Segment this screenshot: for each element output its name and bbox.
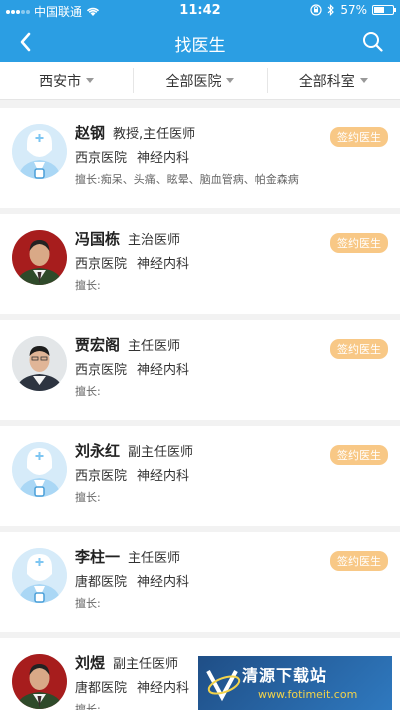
doctor-placeholder-avatar: [12, 548, 67, 603]
doctor-department: 神经内科: [137, 575, 190, 590]
battery-icon: [372, 5, 396, 15]
doctor-name: 刘永红: [75, 442, 121, 460]
doctor-place: 西京医院 神经内科: [75, 253, 189, 272]
name-line: 冯国栋 主治医师: [75, 228, 180, 249]
doctor-card[interactable]: 冯国栋 主治医师 西京医院 神经内科 擅长: 签约医生: [0, 214, 400, 314]
page-title: 找医生: [174, 36, 226, 56]
doctor-hospital: 西京医院: [75, 151, 128, 166]
search-icon[interactable]: [360, 29, 386, 55]
sign-doctor-button[interactable]: 签约医生: [330, 551, 388, 571]
filter-department-label: 全部科室: [298, 73, 355, 90]
doctor-department: 神经内科: [137, 363, 190, 378]
name-line: 刘煜 副主任医师: [75, 652, 178, 673]
doctor-photo-avatar: [12, 336, 67, 391]
battery-percent: 57%: [340, 3, 367, 17]
doctor-placeholder-avatar: [12, 124, 67, 179]
doctor-title: 副主任医师: [128, 445, 194, 460]
doctor-title: 副主任医师: [113, 657, 179, 672]
doctor-list: 赵钢 教授,主任医师 西京医院 神经内科 擅长:痴呆、头痛、眩晕、脑血管病、帕金森病 签约…: [0, 108, 400, 710]
doctor-place: 西京医院 神经内科: [75, 359, 189, 378]
doctor-card[interactable]: 赵钢 教授,主任医师 西京医院 神经内科 擅长:痴呆、头痛、眩晕、脑血管病、帕金森病 签约…: [0, 108, 400, 208]
doctor-department: 神经内科: [137, 681, 190, 696]
chevron-down-icon: [86, 78, 95, 83]
doctor-photo-avatar: [12, 230, 67, 285]
filter-department[interactable]: 全部科室: [266, 62, 400, 99]
rotation-lock-icon: [310, 4, 322, 16]
doctor-specialty: 擅长:: [75, 385, 101, 398]
filter-city-label: 西安市: [39, 73, 82, 90]
doctor-department: 神经内科: [137, 257, 190, 272]
bluetooth-icon: [327, 4, 335, 16]
filter-hospital-label: 全部医院: [165, 73, 222, 90]
doctor-card[interactable]: 贾宏阁 主任医师 西京医院 神经内科 擅长: 签约医生: [0, 320, 400, 420]
doctor-specialty: 擅长:: [75, 703, 101, 710]
doctor-department: 神经内科: [137, 151, 190, 166]
watermark-logo: 清源下载站 www.fotimeit.com: [198, 656, 392, 710]
doctor-name: 贾宏阁: [75, 336, 121, 354]
doctor-card[interactable]: 刘永红 副主任医师 西京医院 神经内科 擅长: 签约医生: [0, 426, 400, 526]
filter-bar: 西安市 全部医院 全部科室: [0, 62, 400, 100]
sign-doctor-button[interactable]: 签约医生: [330, 339, 388, 359]
sign-doctor-button[interactable]: 签约医生: [330, 445, 388, 465]
doctor-specialty: 擅长:: [75, 491, 101, 504]
name-line: 李柱一 主任医师: [75, 546, 180, 567]
doctor-place: 唐都医院 神经内科: [75, 677, 189, 696]
doctor-card[interactable]: 李柱一 主任医师 唐都医院 神经内科 擅长: 签约医生: [0, 532, 400, 632]
doctor-specialty: 擅长:: [75, 279, 101, 292]
doctor-department: 神经内科: [137, 469, 190, 484]
sign-doctor-button[interactable]: 签约医生: [330, 233, 388, 253]
doctor-title: 主治医师: [128, 233, 181, 248]
doctor-placeholder-avatar: [12, 442, 67, 497]
doctor-name: 冯国栋: [75, 230, 121, 248]
doctor-place: 唐都医院 神经内科: [75, 571, 189, 590]
doctor-title: 主任医师: [128, 339, 181, 354]
doctor-name: 李柱一: [75, 548, 121, 566]
name-line: 赵钢 教授,主任医师: [75, 122, 195, 143]
doctor-hospital: 西京医院: [75, 469, 128, 484]
filter-hospital[interactable]: 全部医院: [133, 62, 266, 99]
filter-city[interactable]: 西安市: [0, 62, 133, 99]
doctor-photo-avatar: [12, 654, 67, 709]
name-line: 刘永红 副主任医师: [75, 440, 193, 461]
watermark-url: www.fotimeit.com: [258, 688, 358, 701]
status-right: 57%: [310, 3, 396, 17]
doctor-name: 刘煜: [75, 654, 106, 672]
doctor-specialty: 擅长:: [75, 597, 101, 610]
doctor-place: 西京医院 神经内科: [75, 147, 189, 166]
nav-bar: 找医生: [0, 22, 400, 62]
doctor-title: 教授,主任医师: [113, 127, 196, 142]
chevron-down-icon: [359, 78, 368, 83]
name-line: 贾宏阁 主任医师: [75, 334, 180, 355]
status-bar: 中国联通 11:42 57%: [0, 0, 400, 22]
doctor-hospital: 唐都医院: [75, 681, 128, 696]
sign-doctor-button[interactable]: 签约医生: [330, 127, 388, 147]
battery-fill: [374, 7, 385, 13]
watermark-emblem-icon: [206, 670, 241, 702]
doctor-name: 赵钢: [75, 124, 106, 142]
doctor-hospital: 唐都医院: [75, 575, 128, 590]
doctor-hospital: 西京医院: [75, 257, 128, 272]
watermark-text: 清源下载站: [242, 666, 328, 685]
doctor-place: 西京医院 神经内科: [75, 465, 189, 484]
doctor-hospital: 西京医院: [75, 363, 128, 378]
doctor-title: 主任医师: [128, 551, 181, 566]
chevron-down-icon: [226, 78, 235, 83]
doctor-specialty: 擅长:痴呆、头痛、眩晕、脑血管病、帕金森病: [75, 173, 299, 186]
